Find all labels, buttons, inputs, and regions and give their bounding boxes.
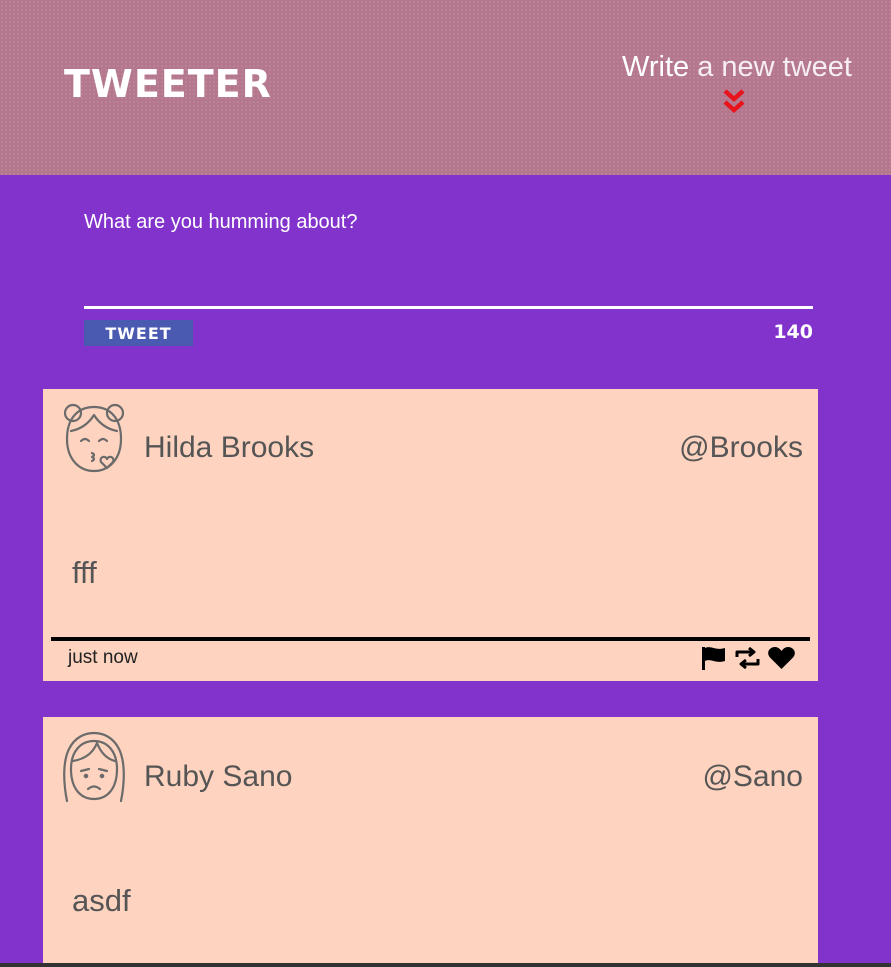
girl-kiss-avatar-icon: [63, 403, 125, 473]
tweet-author-handle[interactable]: @Sano: [702, 760, 803, 794]
heart-icon[interactable]: [767, 645, 796, 671]
compose-toggle-bold: Write: [622, 51, 690, 83]
tweet-author-handle[interactable]: @Brooks: [679, 431, 803, 465]
tweet-actions: [699, 645, 796, 671]
top-nav: TWEETER Write a new tweet: [0, 0, 891, 175]
new-tweet-composer: TWEET 140: [84, 205, 813, 355]
tweet-content: fff: [72, 555, 97, 590]
flag-icon[interactable]: [699, 645, 728, 671]
scroll-edge: [0, 963, 891, 967]
tweet-content: asdf: [72, 883, 131, 918]
girl-sad-avatar-icon: [63, 731, 125, 803]
tweet-card: Ruby Sano @Sano asdf: [43, 717, 818, 967]
compose-toggle-rest: a new tweet: [689, 51, 852, 83]
tweet-author-name: Hilda Brooks: [144, 431, 315, 464]
tweet-timestamp: just now: [68, 647, 138, 668]
character-counter: 140: [773, 321, 813, 343]
tweet-card: Hilda Brooks @Brooks fff just now: [43, 389, 818, 681]
tweet-submit-button[interactable]: TWEET: [84, 320, 193, 346]
retweet-icon[interactable]: [733, 645, 762, 671]
tweet-text-input[interactable]: [84, 205, 813, 309]
double-chevron-down-icon[interactable]: [722, 88, 746, 116]
app-logo: TWEETER: [64, 62, 272, 106]
tweet-divider: [51, 637, 810, 641]
write-new-tweet-toggle[interactable]: Write a new tweet: [622, 50, 852, 84]
tweet-author-name: Ruby Sano: [144, 760, 293, 793]
